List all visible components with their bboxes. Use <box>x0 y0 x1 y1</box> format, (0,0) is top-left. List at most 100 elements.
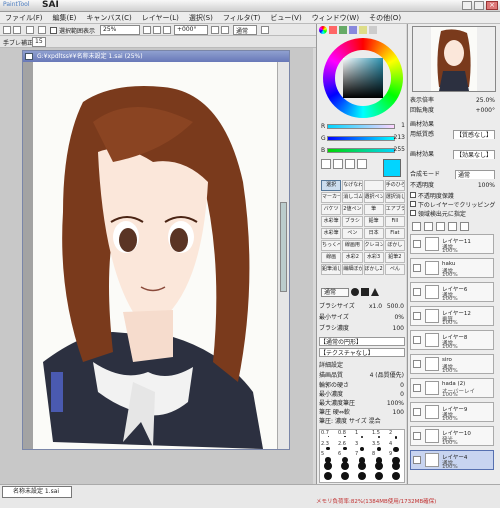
clipping-row[interactable]: 下のレイヤーでクリッピング <box>410 201 496 210</box>
menu-filter[interactable]: フィルタ(T) <box>218 13 266 23</box>
pressure-row[interactable]: 筆圧 硬⇔軟 100 <box>319 408 405 417</box>
new-layer-icon[interactable] <box>412 222 421 231</box>
layer-item[interactable]: レイヤー4 通常 100% <box>410 450 494 470</box>
size-preset[interactable]: 1.5 <box>371 430 387 440</box>
tool-5[interactable]: 消しゴム <box>342 192 363 203</box>
maximize-icon[interactable] <box>474 1 484 10</box>
size-preset[interactable]: 3 <box>354 441 370 451</box>
min-size-row[interactable]: 最小サイズ 0% <box>319 313 405 322</box>
tool-20[interactable]: ちっくぺ <box>321 240 342 251</box>
rgb-mode-icon[interactable] <box>329 26 337 34</box>
detail-header[interactable]: 詳細設定 <box>319 361 405 370</box>
zoom-reset-icon[interactable] <box>163 26 171 34</box>
eye-icon[interactable] <box>413 360 421 368</box>
opacity-row[interactable]: 不透明度 100% <box>410 181 496 190</box>
min-density-row[interactable]: 最小濃度 0 <box>319 390 405 399</box>
layer-item[interactable]: レイヤー8 通常 100% <box>410 330 494 350</box>
canvas-vscroll[interactable] <box>277 62 289 449</box>
size-preset[interactable] <box>388 461 404 472</box>
mix-mode-icon[interactable] <box>349 26 357 34</box>
copy-layer-icon[interactable] <box>436 222 445 231</box>
undo-icon[interactable] <box>3 26 11 34</box>
tool-11[interactable]: エアブラシ <box>384 204 405 215</box>
paper-texture-value[interactable]: 【質感なし】 <box>452 130 495 139</box>
tool-4[interactable]: マーカー <box>321 192 342 203</box>
green-slider[interactable]: G 213 <box>321 134 405 144</box>
eye-icon[interactable] <box>413 432 421 440</box>
size-preset[interactable] <box>371 472 387 482</box>
tool-28[interactable]: 鉛筆消し <box>321 264 342 275</box>
size-preset[interactable]: 2 <box>388 430 404 440</box>
invert-icon[interactable] <box>38 26 46 34</box>
rotate-left-icon[interactable] <box>211 26 219 34</box>
tool-12[interactable]: 水彩筆 <box>321 216 342 227</box>
max-pressure-row[interactable]: 最大濃度筆圧 100% <box>319 399 405 408</box>
pressure-density-check[interactable]: 濃度 <box>335 418 347 425</box>
eye-icon[interactable] <box>413 312 421 320</box>
size-preset[interactable]: 4 <box>388 441 404 452</box>
protect-opacity-checkbox[interactable] <box>410 192 416 198</box>
size-preset[interactable]: 0.8 <box>337 430 353 440</box>
scroll-thumb[interactable] <box>280 202 287 292</box>
document-tab[interactable]: 名称未設定 1.sai <box>2 486 72 498</box>
size-preset[interactable]: 2.3 <box>320 441 336 451</box>
layer-item[interactable]: レイヤー6 通常 100% <box>410 282 494 302</box>
edge-row[interactable]: 輪郭の硬さ 0 <box>319 381 405 390</box>
size-preset[interactable] <box>320 472 336 482</box>
select-source-row[interactable]: 領域検出元に指定 <box>410 210 496 219</box>
eye-icon[interactable] <box>413 408 421 416</box>
size-preset[interactable]: 0.7 <box>320 430 336 440</box>
layer-item[interactable]: siro 通常 100% <box>410 354 494 374</box>
delete-layer-icon[interactable] <box>460 222 469 231</box>
size-preset[interactable]: 3.5 <box>371 441 387 452</box>
size-preset[interactable]: 1 <box>354 430 370 440</box>
close-icon[interactable]: × <box>486 1 498 10</box>
tool-6[interactable]: 選択ペン <box>363 192 384 203</box>
layer-item[interactable]: レイヤー10 発光 100% <box>410 426 494 446</box>
eye-icon[interactable] <box>413 384 421 392</box>
tool-2[interactable] <box>363 180 384 191</box>
tool-0[interactable]: 選択 <box>321 180 342 191</box>
minimize-icon[interactable] <box>462 1 472 10</box>
quality-row[interactable]: 描画品質 4 (品質優先) <box>319 371 405 380</box>
size-preset[interactable]: 9 <box>388 451 404 465</box>
blend-mode-select[interactable]: 通常 <box>455 170 495 179</box>
size-preset[interactable] <box>354 461 370 472</box>
menu-layer[interactable]: レイヤー(L) <box>137 13 184 23</box>
tool-18[interactable]: 日本 <box>363 228 384 239</box>
rotation-select[interactable]: +000° <box>174 25 208 35</box>
size-preset[interactable] <box>371 461 387 472</box>
round-tip-icon[interactable] <box>351 288 359 296</box>
menu-other[interactable]: その他(O) <box>364 13 406 23</box>
scratch-mode-icon[interactable] <box>369 26 377 34</box>
tool-19[interactable]: Flat <box>384 228 405 239</box>
tool-14[interactable]: 鉛筆 <box>363 216 384 227</box>
redo-icon[interactable] <box>13 26 21 34</box>
tool-17[interactable]: ペン <box>342 228 363 239</box>
protect-opacity-row[interactable]: 不透明度保護 <box>410 192 496 201</box>
layer-item[interactable]: レイヤー9 通常 100% <box>410 402 494 422</box>
size-preset[interactable]: 5 <box>320 451 336 463</box>
flat-tip-icon[interactable] <box>371 288 379 296</box>
eyedropper-icon[interactable] <box>321 159 331 169</box>
menu-edit[interactable]: 編集(E) <box>48 13 82 23</box>
tool-15[interactable]: Fill <box>384 216 405 227</box>
eye-icon[interactable] <box>413 456 421 464</box>
density-row[interactable]: ブラシ濃度 100 <box>319 324 405 333</box>
paper-texture-row[interactable]: 用紙質感 【質感なし】 <box>410 130 496 139</box>
tool-7[interactable]: 選択消し <box>384 192 405 203</box>
tool-13[interactable]: ブラシ <box>342 216 363 227</box>
eye-icon[interactable] <box>413 288 421 296</box>
move-icon[interactable] <box>333 159 343 169</box>
layer-item[interactable]: レイヤー12 乗算 100% <box>410 306 494 326</box>
sv-square[interactable] <box>343 58 383 98</box>
size-preset[interactable]: 6 <box>337 451 353 464</box>
red-slider[interactable]: R 1 <box>321 122 405 132</box>
tool-29[interactable]: 繊細ぼかし <box>342 264 363 275</box>
eye-icon[interactable] <box>413 264 421 272</box>
pressure-blend-check[interactable]: 混合 <box>369 418 381 425</box>
zoom-in-icon[interactable] <box>153 26 161 34</box>
deselect-icon[interactable] <box>26 26 34 34</box>
drawing-canvas[interactable] <box>23 62 277 449</box>
paper-effect-header[interactable]: 画材効果 <box>410 120 496 129</box>
